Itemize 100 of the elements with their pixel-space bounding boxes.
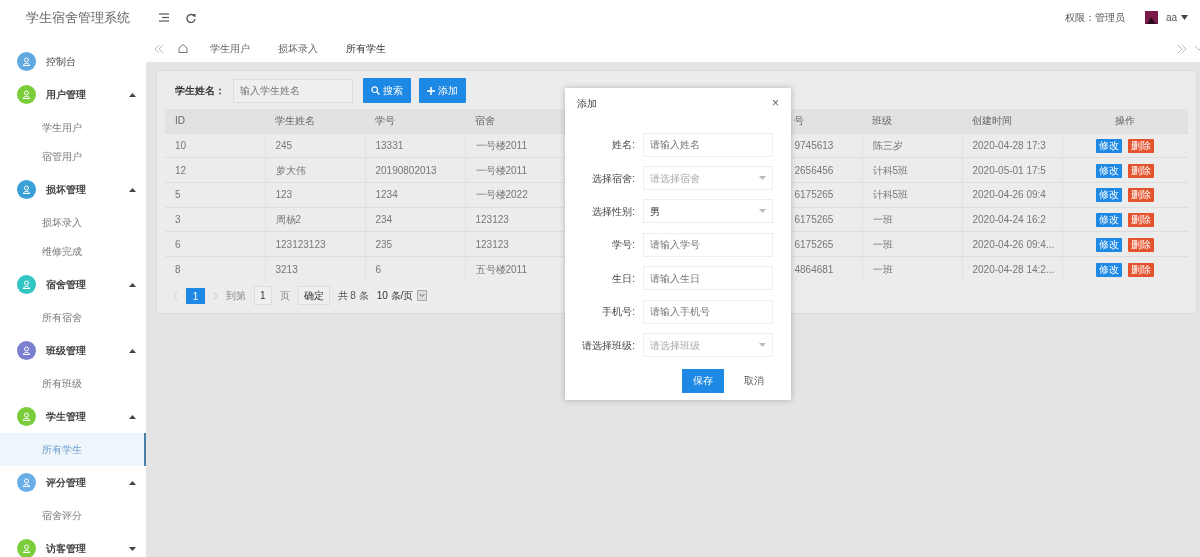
edit-button[interactable]: 修改 [1096, 237, 1123, 252]
sidebar-item[interactable]: 评分管理 [0, 466, 146, 499]
dropdown-caret-icon [759, 176, 766, 181]
search-label: 学生姓名： [175, 84, 225, 98]
edit-button[interactable]: 修改 [1096, 138, 1123, 153]
sidebar-item[interactable]: 控制台 [0, 45, 146, 78]
page-input[interactable]: 1 [254, 286, 272, 306]
sidebar-subitem[interactable]: 维修完成 [0, 239, 146, 264]
table-cell: 235 [365, 231, 465, 257]
sidebar-item[interactable]: 损坏管理 [0, 173, 146, 206]
page-button[interactable]: 1 [186, 287, 205, 304]
sidebar-item[interactable]: 班级管理 [0, 334, 146, 367]
edit-button[interactable]: 修改 [1096, 262, 1123, 277]
sidebar-subitem[interactable]: 宿管用户 [0, 144, 146, 169]
table-cell: 8 [165, 256, 265, 282]
search-field[interactable]: 输入学生姓名 [233, 78, 353, 103]
save-button[interactable]: 保存 [682, 368, 724, 393]
caret-icon[interactable] [1181, 15, 1188, 20]
table-cell: 5 [165, 182, 265, 208]
plus-icon [427, 86, 435, 95]
column-header: 操作 [1062, 109, 1188, 133]
page-size-select[interactable]: 10 条/页 [376, 288, 428, 304]
user-name[interactable]: aa [1165, 10, 1177, 25]
table-cell: 2020-05-01 17:5 [962, 157, 1062, 183]
table-cell: 2020-04-28 17:3 [962, 133, 1062, 158]
table-cell: 一班 [862, 256, 962, 282]
input-field[interactable]: 请输入生日 [643, 266, 773, 291]
table-cell: 陈三岁 [862, 133, 962, 158]
table-cell: 一班 [862, 231, 962, 257]
column-header: 学生姓名 [265, 109, 365, 133]
sidebar-subitem[interactable]: 所有宿舍 [0, 305, 146, 330]
input-field[interactable]: 请输入姓名 [643, 132, 773, 157]
avatar-icon[interactable] [1144, 11, 1158, 24]
confirm-button[interactable]: 确定 [297, 286, 330, 306]
delete-button[interactable]: 删除 [1128, 262, 1155, 277]
table-cell: 2020-04-28 14:2... [962, 256, 1062, 282]
table-cell: 13331 [365, 133, 465, 158]
table-cell: 1234 [365, 182, 465, 208]
table-cell: 2020-04-26 09:4... [962, 231, 1062, 257]
dropdown-caret-icon [759, 209, 766, 214]
sidebar-subitem[interactable]: 所有班级 [0, 371, 146, 396]
delete-button[interactable]: 删除 [1128, 138, 1155, 153]
sidebar-subitem[interactable]: 宿舍评分 [0, 503, 146, 528]
table-cell: 12 [165, 157, 265, 183]
field-label: 选择性别: [591, 204, 636, 219]
column-header: 班级 [862, 109, 962, 133]
table-cell: 2020-04-26 09:4 [962, 182, 1062, 208]
total-count: 共 8 条 [337, 289, 369, 304]
field-label: 姓名: [611, 138, 636, 153]
table-cell: 6 [165, 231, 265, 257]
field-label: 请选择班级: [581, 338, 636, 353]
close-button[interactable]: × [772, 94, 779, 112]
sidebar-item[interactable]: 用户管理 [0, 78, 146, 111]
page-unit-label: 页 [279, 289, 290, 304]
table-cell: 123123123 [265, 231, 365, 257]
sidebar-item[interactable]: 学生管理 [0, 400, 146, 433]
sidebar-item[interactable]: 访客管理 [0, 532, 146, 557]
sidebar-subitem[interactable]: 所有学生 [0, 433, 146, 466]
sidebar-subitem[interactable]: 损坏录入 [0, 210, 146, 235]
field-label: 选择宿舍: [591, 171, 636, 186]
delete-button[interactable]: 删除 [1128, 163, 1155, 178]
add-button[interactable]: 添加 [419, 78, 466, 103]
menu-icon[interactable] [159, 13, 169, 22]
home-icon[interactable] [178, 44, 188, 53]
column-header: 宿舍 [465, 109, 565, 133]
table-cell: 2020-04-24 16:2 [962, 207, 1062, 232]
input-field[interactable]: 请输入手机号 [643, 299, 773, 324]
sidebar-subitem[interactable]: 学生用户 [0, 115, 146, 140]
table-cell: 3213 [265, 256, 365, 282]
edit-button[interactable]: 修改 [1096, 163, 1123, 178]
table-cell: 萝大伟 [265, 157, 365, 183]
column-header: ID [165, 109, 265, 133]
field-label: 生日: [611, 271, 636, 286]
table-cell: 234 [365, 207, 465, 232]
dialog-title: 添加 [577, 96, 597, 111]
dropdown-caret-icon [759, 343, 766, 348]
table-cell: 10 [165, 133, 265, 158]
table-cell: 245 [265, 133, 365, 158]
table-cell: 3 [165, 207, 265, 232]
column-header: 学号 [365, 109, 465, 133]
select-field[interactable]: 男 [643, 199, 773, 224]
search-icon [371, 86, 380, 95]
refresh-icon[interactable] [186, 12, 196, 23]
table-cell: 123 [265, 182, 365, 208]
edit-button[interactable]: 修改 [1096, 188, 1123, 203]
table-cell: 6 [365, 256, 465, 282]
field-label: 手机号: [601, 305, 636, 320]
input-field[interactable]: 请输入学号 [643, 232, 773, 257]
delete-button[interactable]: 删除 [1128, 188, 1155, 203]
edit-button[interactable]: 修改 [1096, 212, 1123, 227]
delete-button[interactable]: 删除 [1128, 212, 1155, 227]
app-title: 学生宿舍管理系统 [25, 8, 131, 27]
table-cell: 20190802013 [365, 157, 465, 183]
delete-button[interactable]: 删除 [1128, 237, 1155, 252]
table-cell: 周杨2 [265, 207, 365, 232]
column-header: 创建时间 [962, 109, 1062, 133]
goto-label: 到第 [226, 289, 246, 304]
search-button[interactable]: 搜索 [363, 78, 411, 103]
field-label: 学号: [611, 238, 636, 253]
sidebar-item[interactable]: 宿舍管理 [0, 268, 146, 301]
